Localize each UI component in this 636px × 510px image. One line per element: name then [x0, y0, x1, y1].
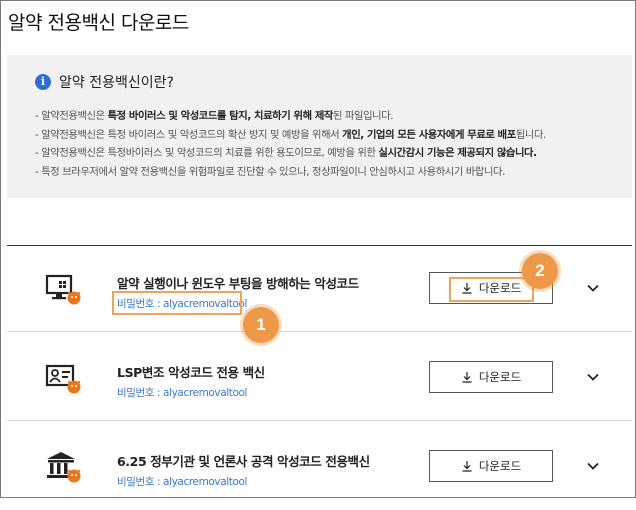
- chevron-down-icon[interactable]: [587, 284, 599, 292]
- download-button[interactable]: 다운로드: [429, 361, 553, 393]
- password-highlight: [112, 291, 242, 315]
- row-divider: [7, 420, 632, 421]
- vaccine-row-2: LSP변조 악성코드 전용 백신 비밀번호 : alyacremovaltool…: [7, 335, 632, 421]
- info-title: 알약 전용백신이란?: [59, 75, 174, 91]
- download-button[interactable]: 다운로드: [429, 450, 553, 482]
- download-label: 다운로드: [478, 370, 522, 384]
- page-title: 알약 전용백신 다운로드: [8, 12, 189, 34]
- download-icon: [462, 372, 472, 383]
- info-box: i 알약 전용백신이란? - 알약전용백신은 특정 바이러스 및 악성코드를 탐…: [7, 55, 632, 198]
- vaccine-title: 6.25 정부기관 및 언론사 공격 악성코드 전용백신: [117, 454, 370, 469]
- vaccine-title: 알약 실행이나 윈도우 부팅을 방해하는 악성코드: [117, 276, 359, 291]
- step-badge-2: 2: [522, 253, 558, 289]
- info-list: - 알약전용백신은 특정 바이러스 및 악성코드를 탐지, 치료하기 위해 제작…: [35, 107, 546, 181]
- row-divider: [7, 331, 632, 332]
- info-line-1: - 알약전용백신은 특정 바이러스 및 악성코드를 탐지, 치료하기 위해 제작…: [35, 110, 394, 122]
- monitor-malware-icon: [45, 274, 81, 305]
- info-line-4: - 특정 브라우저에서 알약 전용백신을 위험파일로 진단할 수 있으나, 정상…: [35, 165, 505, 178]
- info-line-2: - 알약전용백신은 특정 바이러스 및 악성코드의 확산 방지 및 예방을 위해…: [35, 128, 546, 141]
- vaccine-row-3: 6.25 정부기관 및 언론사 공격 악성코드 전용백신 비밀번호 : alya…: [7, 424, 632, 510]
- chevron-down-icon[interactable]: [587, 462, 599, 470]
- password-text: 비밀번호 : alyacremovaltool: [117, 387, 248, 399]
- info-line-3: - 알약전용백신은 특정바이러스 및 악성코드의 치료를 위한 용도이므로, 예…: [35, 147, 537, 159]
- info-icon: i: [35, 74, 51, 90]
- info-header: i 알약 전용백신이란?: [35, 72, 174, 92]
- vaccine-title: LSP변조 악성코드 전용 백신: [117, 365, 265, 380]
- password-text: 비밀번호 : alyacremovaltool: [117, 476, 248, 488]
- download-icon: [462, 461, 472, 472]
- step-badge-1: 1: [243, 307, 279, 343]
- download-highlight: [449, 277, 534, 302]
- download-label: 다운로드: [478, 459, 522, 473]
- chevron-down-icon[interactable]: [587, 373, 599, 381]
- government-building-malware-icon: [47, 452, 81, 483]
- id-card-malware-icon: [45, 364, 81, 394]
